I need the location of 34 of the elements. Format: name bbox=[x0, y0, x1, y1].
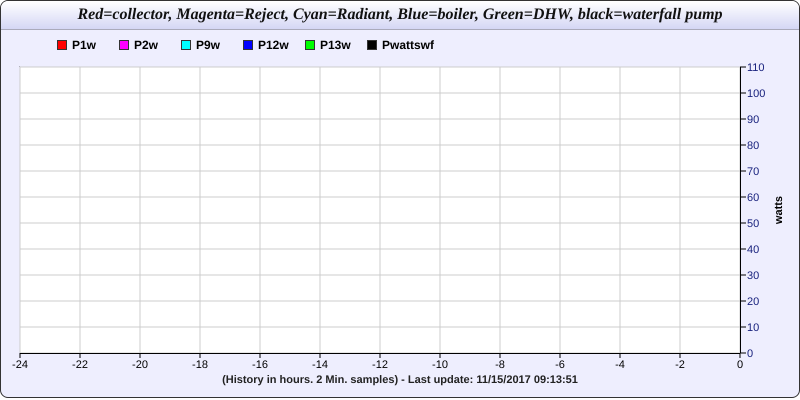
x-tick-label: -10 bbox=[432, 359, 448, 371]
y-tick-label: 30 bbox=[747, 270, 760, 282]
legend-label: P13w bbox=[320, 38, 351, 52]
y-tick-label: 70 bbox=[747, 166, 760, 178]
y-tick-label: 60 bbox=[747, 192, 760, 204]
y-axis-title: watts bbox=[773, 196, 785, 224]
legend-label: P12w bbox=[258, 38, 289, 52]
x-tick-label: -12 bbox=[372, 359, 388, 371]
y-tick-label: 0 bbox=[747, 348, 754, 360]
x-tick-label: -2 bbox=[675, 359, 685, 371]
x-tick-label: -16 bbox=[252, 359, 268, 371]
y-tick-label: 40 bbox=[747, 244, 760, 256]
legend-label: Pwattswf bbox=[382, 38, 434, 52]
y-tick-label: 20 bbox=[747, 296, 760, 308]
y-tick-label: 110 bbox=[747, 62, 765, 74]
y-tick-label: 50 bbox=[747, 218, 760, 230]
x-tick-label: -8 bbox=[495, 359, 505, 371]
legend-label: P9w bbox=[196, 38, 220, 52]
y-tick-label: 100 bbox=[747, 88, 766, 100]
y-tick-label: 10 bbox=[747, 322, 760, 334]
x-tick-label: 0 bbox=[736, 359, 744, 371]
x-tick-label: -24 bbox=[12, 359, 28, 371]
x-axis-title: (History in hours. 2 Min. samples) - Last update: 11/15/2017 09:13:51 bbox=[222, 374, 578, 386]
x-tick-label: -20 bbox=[132, 359, 148, 371]
window-title: Red=collector, Magenta=Reject, Cyan=Radiant, Blue=boiler, Green=DHW, black=waterfall pump bbox=[1, 1, 799, 30]
x-tick-label: -22 bbox=[72, 359, 88, 371]
x-tick-label: -4 bbox=[615, 359, 625, 371]
y-tick-label: 80 bbox=[747, 140, 760, 152]
x-tick-label: -6 bbox=[555, 359, 565, 371]
legend-label: P2w bbox=[134, 38, 158, 52]
x-tick-label: -18 bbox=[192, 359, 208, 371]
x-tick-label: -14 bbox=[312, 359, 328, 371]
y-tick-label: 90 bbox=[747, 114, 760, 126]
legend-label: P1w bbox=[72, 38, 96, 52]
